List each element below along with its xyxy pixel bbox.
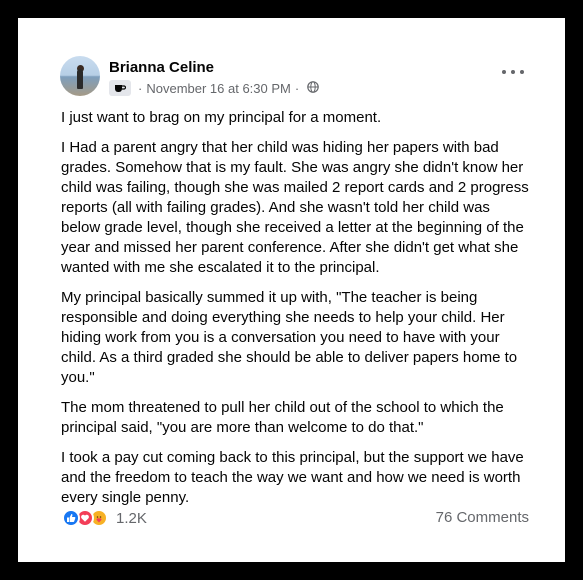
more-dot xyxy=(511,70,515,74)
globe-icon[interactable] xyxy=(307,80,320,96)
post-card: Brianna Celine · November 16 at 6:30 PM … xyxy=(18,18,565,562)
comments-count-link[interactable]: 76 Comments xyxy=(436,509,529,526)
avatar-figure-body xyxy=(77,69,83,89)
more-dot xyxy=(520,70,524,74)
post-paragraph: My principal basically summed it up with… xyxy=(61,289,518,386)
post-paragraph: I just want to brag on my principal for … xyxy=(61,109,382,126)
avatar[interactable] xyxy=(60,56,100,96)
post-paragraph: I took a pay cut coming back to this pri… xyxy=(61,449,524,506)
like-icon xyxy=(62,509,80,527)
reaction-count[interactable]: 1.2K xyxy=(116,510,147,527)
post-body: I just want to brag on my principal for … xyxy=(61,108,533,518)
author-name[interactable]: Brianna Celine xyxy=(109,59,214,76)
post-paragraph: I Had a parent angry that her child was … xyxy=(61,139,529,276)
coffee-cup-icon xyxy=(109,80,131,96)
post-timestamp[interactable]: November 16 at 6:30 PM xyxy=(146,81,291,96)
post-meta: · November 16 at 6:30 PM · xyxy=(109,80,320,96)
meta-separator: · xyxy=(138,80,143,96)
more-options-button[interactable] xyxy=(502,66,524,78)
meta-separator: · xyxy=(294,80,300,96)
reactions-summary[interactable]: 1.2K xyxy=(62,508,147,528)
more-dot xyxy=(502,70,506,74)
post-paragraph: The mom threatened to pull her child out… xyxy=(61,399,504,436)
